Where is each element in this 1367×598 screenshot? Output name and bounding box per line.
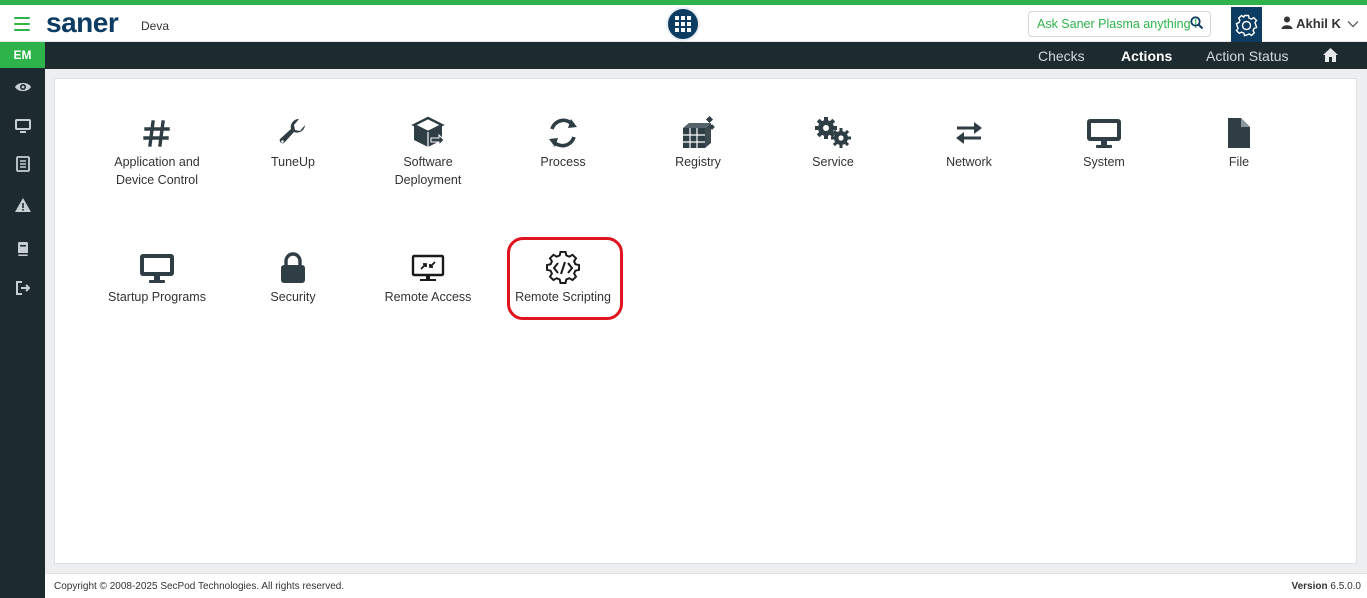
list-icon[interactable] — [14, 155, 32, 173]
tab-action-status[interactable]: Action Status — [1206, 48, 1289, 64]
action-process[interactable]: Process — [498, 115, 628, 171]
user-name: Akhil K — [1296, 16, 1341, 31]
cogs-icon — [768, 115, 898, 151]
action-label: Startup Programs — [108, 290, 206, 304]
action-label: Application and Device Control — [114, 155, 200, 187]
user-menu[interactable]: Akhil K — [1281, 16, 1359, 31]
action-startup-programs[interactable]: Startup Programs — [92, 250, 222, 306]
refresh-icon — [498, 115, 628, 151]
version-value: 6.5.0.0 — [1330, 581, 1361, 592]
action-label: Process — [540, 155, 586, 169]
action-label: System — [1083, 155, 1125, 169]
book-icon[interactable] — [14, 240, 32, 258]
app-logo[interactable]: saner — [46, 7, 119, 39]
lock-icon — [228, 250, 358, 286]
exchange-icon — [904, 115, 1034, 151]
action-file[interactable]: File — [1174, 115, 1304, 171]
wrench-icon — [228, 115, 358, 151]
apps-grid-button[interactable] — [666, 7, 700, 41]
action-application-device-control[interactable]: Application and Device Control — [92, 115, 222, 189]
action-label: Remote Scripting — [515, 290, 611, 304]
desktop-icon — [1039, 115, 1169, 151]
monitor-icon[interactable] — [14, 117, 32, 135]
remote-desktop-icon — [363, 250, 493, 286]
code-gear-icon — [498, 250, 628, 286]
action-label: Registry — [675, 155, 721, 169]
version-label: Version — [1291, 581, 1328, 592]
module-badge[interactable]: EM — [0, 42, 45, 68]
cubes-icon — [633, 115, 763, 151]
ask-saner-search[interactable]: Ask Saner Plasma anything ! — [1028, 11, 1211, 37]
action-label: Remote Access — [384, 290, 472, 304]
action-software-deployment[interactable]: Software Deployment — [363, 115, 493, 189]
tab-actions[interactable]: Actions — [1121, 48, 1172, 64]
action-service[interactable]: Service — [768, 115, 898, 171]
warning-icon[interactable] — [14, 196, 32, 214]
user-icon — [1281, 16, 1293, 29]
action-label: Software Deployment — [394, 155, 462, 187]
action-label: Security — [270, 290, 316, 304]
tab-checks[interactable]: Checks — [1038, 48, 1085, 64]
copyright-text: Copyright © 2008-2025 SecPod Technologie… — [54, 581, 345, 592]
footer: Copyright © 2008-2025 SecPod Technologie… — [45, 573, 1367, 598]
chevron-down-icon — [1347, 21, 1359, 28]
sidebar: EM — [0, 42, 45, 598]
action-remote-access[interactable]: Remote Access — [363, 250, 493, 306]
desktop-icon — [92, 250, 222, 286]
action-security[interactable]: Security — [228, 250, 358, 306]
action-network[interactable]: Network — [904, 115, 1034, 171]
org-name: Deva — [141, 19, 170, 33]
file-icon — [1174, 115, 1304, 151]
hash-icon — [92, 115, 222, 151]
gear-icon — [1235, 14, 1258, 37]
sub-navigation: Checks Actions Action Status — [45, 42, 1367, 69]
action-label: Service — [812, 155, 854, 169]
action-label: File — [1228, 155, 1250, 169]
home-icon[interactable] — [1322, 47, 1339, 68]
action-registry[interactable]: Registry — [633, 115, 763, 171]
ask-placeholder: Ask Saner Plasma anything ! — [1037, 17, 1198, 31]
box-icon — [363, 115, 493, 151]
settings-button[interactable] — [1231, 7, 1262, 44]
eye-icon[interactable] — [14, 78, 32, 96]
action-system[interactable]: System — [1039, 115, 1169, 171]
action-label: TuneUp — [270, 155, 315, 169]
action-tuneup[interactable]: TuneUp — [228, 115, 358, 171]
menu-icon[interactable] — [14, 17, 30, 31]
logout-icon[interactable] — [14, 279, 32, 297]
version-text: Version 6.5.0.0 — [1291, 581, 1361, 592]
top-bar: saner Deva Ask Saner Plasma anything ! A… — [0, 5, 1367, 44]
action-remote-scripting[interactable]: Remote Scripting — [498, 250, 628, 306]
action-label: Network — [946, 155, 992, 169]
search-icon[interactable] — [1190, 16, 1204, 33]
